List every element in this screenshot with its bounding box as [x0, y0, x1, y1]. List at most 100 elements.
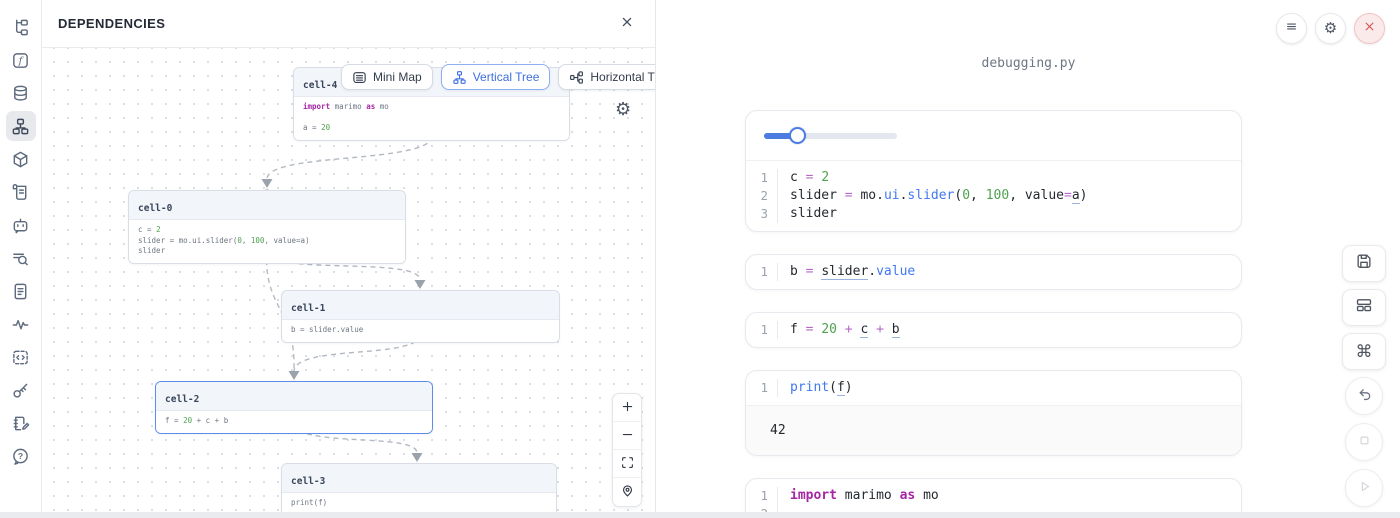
graph-settings-button[interactable]: ⚙ — [615, 100, 631, 118]
minimap-icon — [352, 70, 367, 85]
documentation-icon — [11, 282, 30, 301]
close-panel-button[interactable] — [619, 14, 635, 33]
console-output: 42 — [746, 405, 1241, 455]
code-line: f = 20 + c + b — [778, 321, 900, 339]
sidebar-item-find-replace[interactable] — [6, 243, 36, 273]
logs-icon — [11, 183, 30, 202]
notebook-cell-3: 1print(f) 42 — [745, 370, 1242, 456]
svg-text:f: f — [18, 56, 25, 67]
code-editor[interactable]: 1b = slider.value — [746, 255, 1241, 289]
dependencies-header: DEPENDENCIES — [42, 0, 655, 48]
view-button-label: Horizontal Tree — [590, 70, 655, 84]
node-code-line: a = 20 — [303, 123, 560, 134]
node-header: cell-1 — [282, 291, 559, 320]
bottom-strip — [0, 512, 1400, 518]
sidebar-item-tracing[interactable] — [6, 309, 36, 339]
save-icon — [1355, 252, 1373, 275]
sidebar-item-snippets[interactable] — [6, 342, 36, 372]
horizontal-tree-icon — [569, 70, 584, 85]
slider-widget[interactable] — [764, 127, 897, 144]
code-line: print(f) — [778, 379, 853, 397]
node-code-line — [303, 113, 560, 124]
run-button[interactable] — [1345, 469, 1383, 507]
node-code-line: c = 2 — [138, 225, 396, 236]
marimo-app: f? DEPENDENCIES — [0, 0, 1400, 518]
minus-icon — [620, 427, 635, 445]
code-row: 1print(f) — [746, 379, 1241, 397]
node-code-line: import marimo as mo — [303, 102, 560, 113]
sidebar-item-file-explorer[interactable] — [6, 12, 36, 42]
node-header: cell-2 — [156, 382, 432, 411]
sidebar-item-chat[interactable] — [6, 210, 36, 240]
file-tree-icon — [11, 18, 30, 37]
zoom-out-button[interactable] — [613, 422, 641, 450]
notebook-cell-0: 1c = 22slider = mo.ui.slider(0, 100, val… — [745, 110, 1242, 232]
menu-icon — [1284, 19, 1299, 38]
undo-button[interactable] — [1345, 377, 1383, 415]
view-button-vertical-tree[interactable]: Vertical Tree — [441, 64, 551, 90]
dependency-graph-icon — [11, 117, 30, 136]
dependency-graph[interactable]: Mini Map Vertical Tree Horizontal Tree ⚙ c… — [42, 48, 655, 512]
node-title: cell-3 — [291, 476, 325, 487]
slider-thumb[interactable] — [789, 127, 806, 144]
command-palette-button[interactable]: ⌘ — [1342, 333, 1386, 370]
scratchpad-icon — [11, 414, 30, 433]
stop-button[interactable] — [1345, 423, 1383, 461]
node-header: cell-3 — [282, 464, 556, 493]
fit-icon — [620, 455, 635, 473]
sidebar-item-dependencies[interactable] — [6, 111, 36, 141]
layout-button[interactable] — [1342, 289, 1386, 326]
node-code-line: b = slider.value — [291, 325, 550, 336]
shutdown-button[interactable] — [1354, 13, 1385, 44]
node-body: print(f) — [282, 493, 556, 512]
sidebar-item-secrets[interactable] — [6, 375, 36, 405]
sidebar-item-logs[interactable] — [6, 177, 36, 207]
line-number: 1 — [746, 321, 778, 339]
center-view-button[interactable] — [613, 478, 641, 506]
sidebar-item-scratchpad[interactable] — [6, 408, 36, 438]
node-title: cell-4 — [303, 80, 337, 91]
panel-title: DEPENDENCIES — [58, 16, 165, 31]
ai-chat-icon — [11, 216, 30, 235]
snippets-icon — [11, 348, 30, 367]
view-button-minimap[interactable]: Mini Map — [341, 64, 433, 90]
code-row: 1import marimo as mo — [746, 487, 1241, 505]
node-code-line: slider — [138, 246, 396, 257]
code-row: 1b = slider.value — [746, 263, 1241, 281]
dependencies-panel: DEPENDENCIES — [42, 0, 656, 518]
vertical-tree-icon — [452, 70, 467, 85]
notebook-cell-1: 1b = slider.value — [745, 254, 1242, 290]
sidebar-item-packages[interactable] — [6, 144, 36, 174]
node-title: cell-1 — [291, 303, 325, 314]
zoom-in-button[interactable] — [613, 394, 641, 422]
graph-node-cell-0[interactable]: cell-0c = 2slider = mo.ui.slider(0, 100,… — [128, 190, 406, 264]
find-replace-icon — [11, 249, 30, 268]
graph-node-cell-1[interactable]: cell-1 b = slider.value — [281, 290, 560, 343]
view-button-label: Mini Map — [373, 70, 422, 84]
save-button[interactable] — [1342, 245, 1386, 282]
command-icon: ⌘ — [1356, 343, 1373, 360]
code-editor[interactable]: 1f = 20 + c + b — [746, 313, 1241, 347]
play-icon — [1356, 478, 1373, 498]
code-line: slider — [778, 205, 837, 223]
graph-node-cell-3[interactable]: cell-3 print(f) — [281, 463, 557, 512]
notebook-settings-button[interactable]: ⚙ — [1315, 13, 1346, 44]
graph-node-cell-2[interactable]: cell-2f = 20 + c + b — [155, 381, 433, 434]
code-editor[interactable]: 1c = 22slider = mo.ui.slider(0, 100, val… — [746, 161, 1241, 231]
code-editor[interactable]: 1print(f) — [746, 371, 1241, 405]
helper-sidebar: f? — [0, 0, 42, 518]
sidebar-item-help[interactable]: ? — [6, 441, 36, 471]
sidebar-item-variables[interactable]: f — [6, 45, 36, 75]
svg-text:?: ? — [18, 450, 23, 460]
fit-view-button[interactable] — [613, 450, 641, 478]
close-icon — [619, 14, 635, 33]
view-button-horizontal-tree[interactable]: Horizontal Tree — [558, 64, 655, 90]
notebook-menu-button[interactable] — [1276, 13, 1307, 44]
help-icon: ? — [11, 447, 30, 466]
code-line: b = slider.value — [778, 263, 915, 281]
close-icon — [1362, 19, 1377, 38]
sidebar-item-datasources[interactable] — [6, 78, 36, 108]
sidebar-item-documentation[interactable] — [6, 276, 36, 306]
node-body: c = 2slider = mo.ui.slider(0, 100, value… — [129, 220, 405, 263]
code-line: slider = mo.ui.slider(0, 100, value=a) — [778, 187, 1087, 205]
